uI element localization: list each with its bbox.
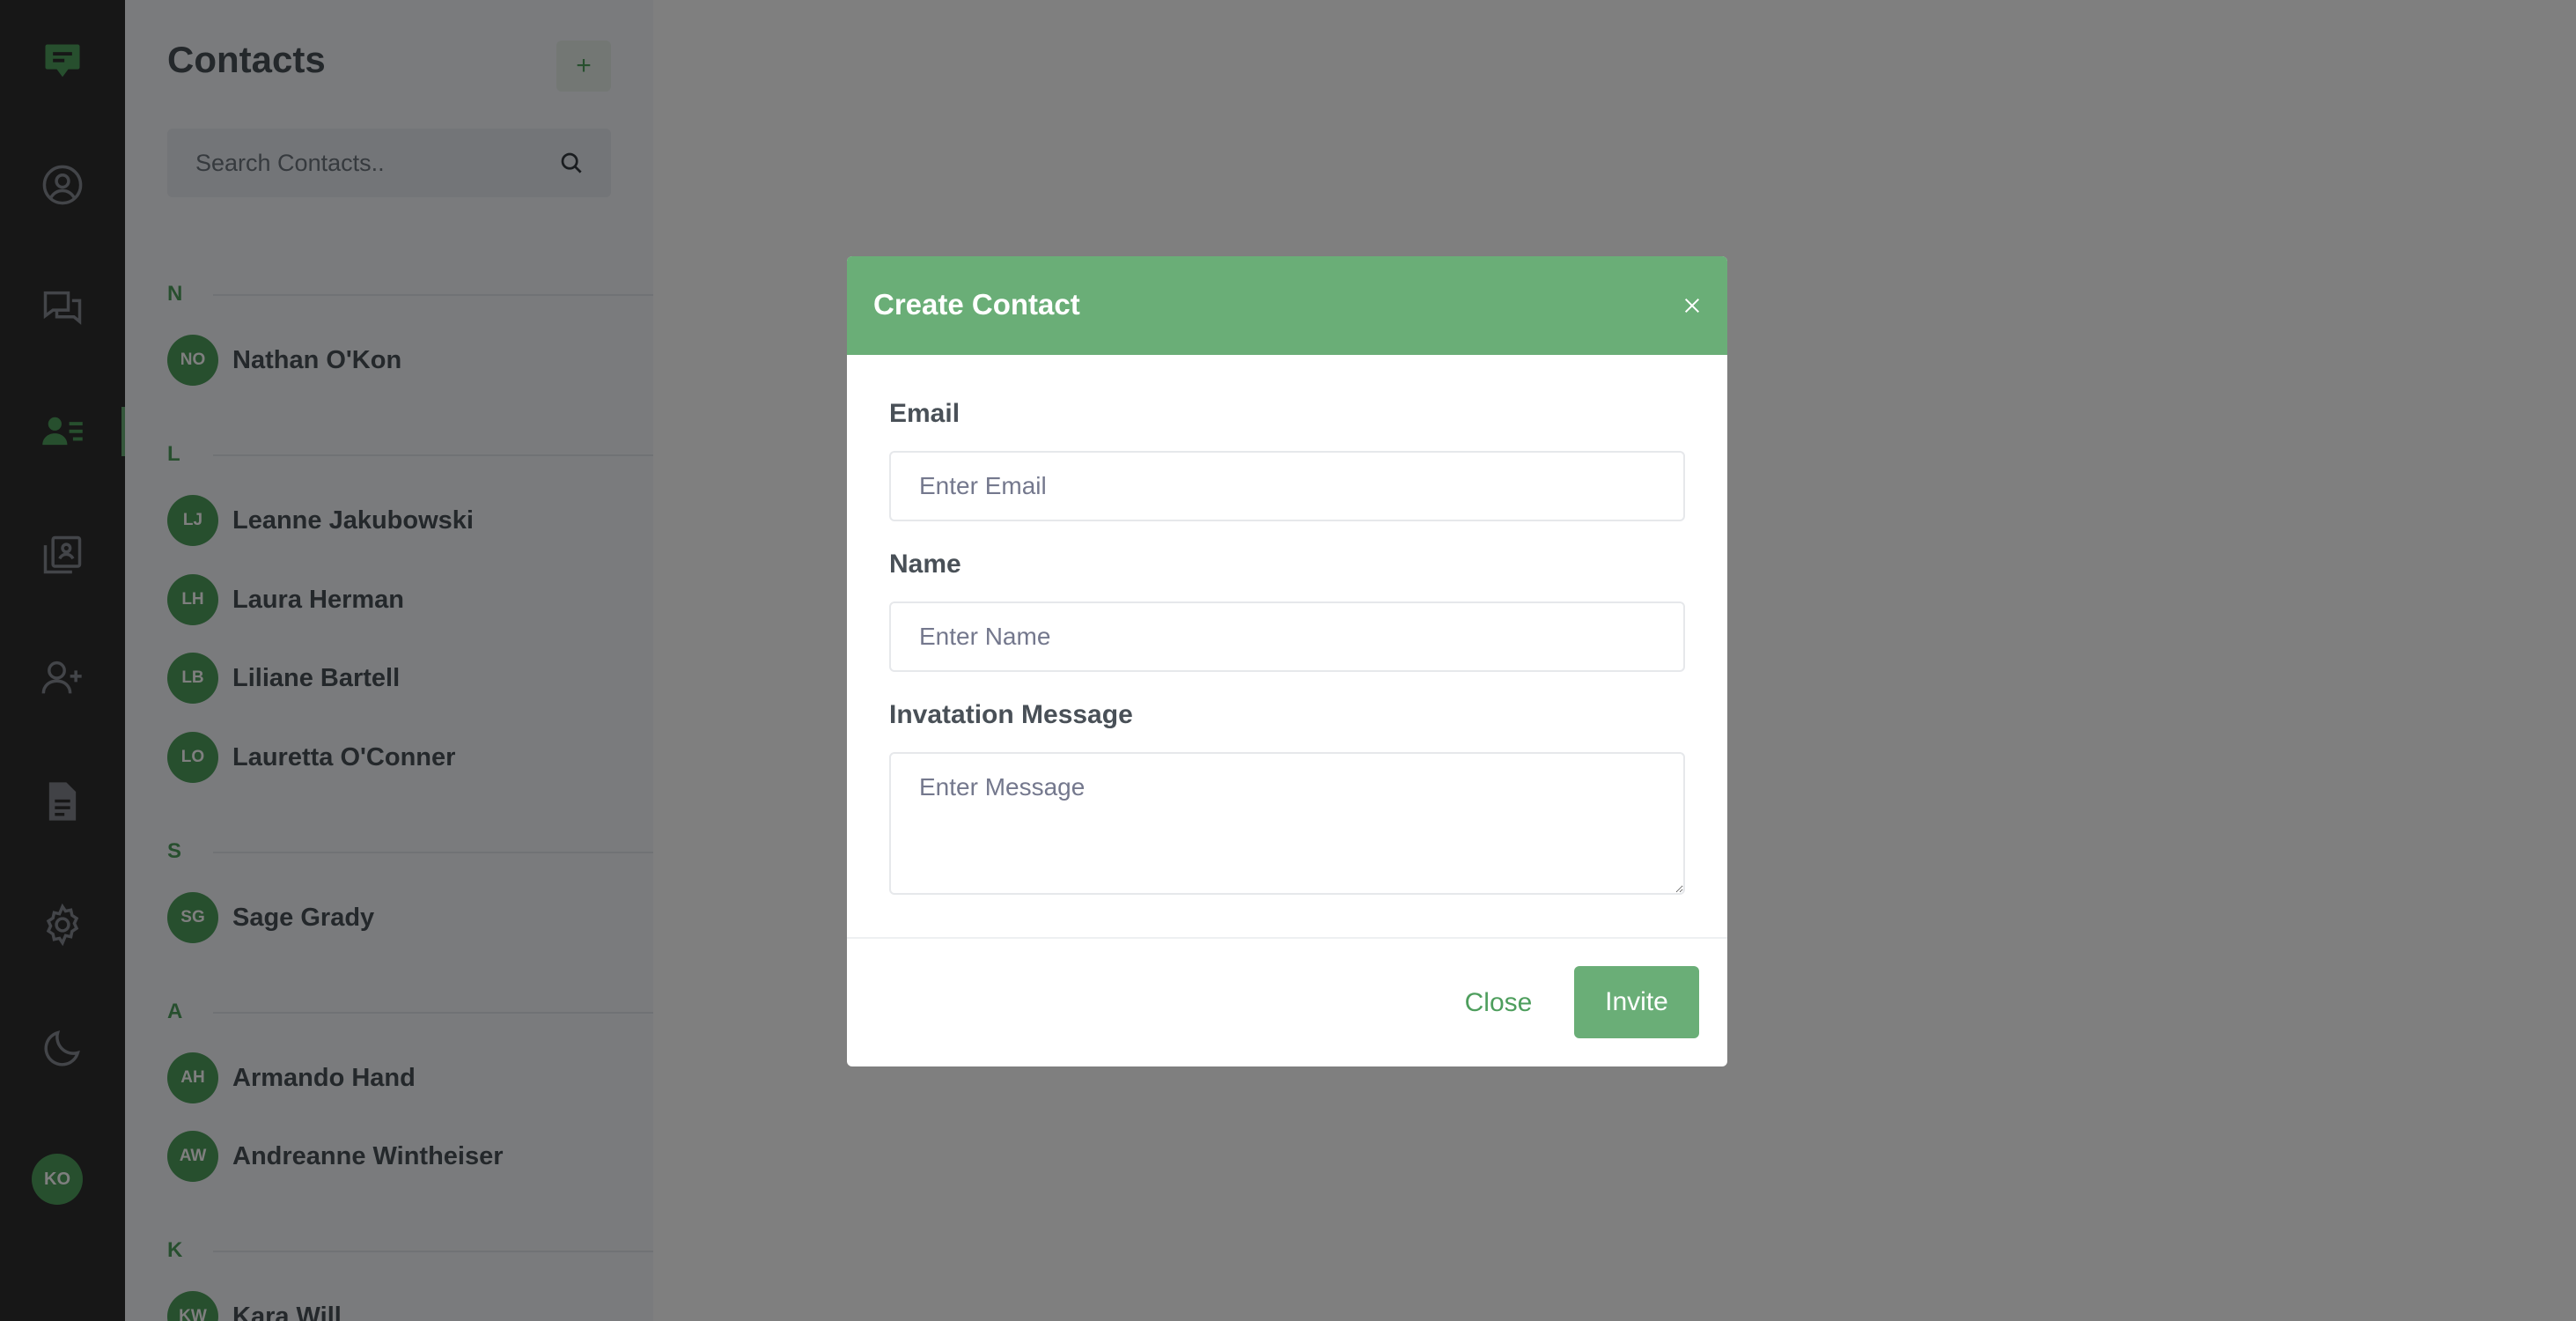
email-label: Email (889, 399, 960, 428)
message-label: Invatation Message (889, 700, 1133, 729)
modal-title: Create Contact (873, 288, 1080, 321)
message-field[interactable] (889, 752, 1685, 895)
close-button[interactable]: Close (1446, 968, 1551, 1038)
modal-footer-divider (847, 937, 1727, 939)
name-field[interactable] (889, 601, 1685, 672)
name-label: Name (889, 550, 961, 579)
invite-button[interactable]: Invite (1574, 966, 1699, 1038)
close-icon[interactable] (1678, 292, 1706, 320)
modal-header: Create Contact (847, 256, 1727, 355)
email-field[interactable] (889, 451, 1685, 521)
create-contact-modal: Create Contact Email Name Invatation Mes… (847, 256, 1727, 1066)
